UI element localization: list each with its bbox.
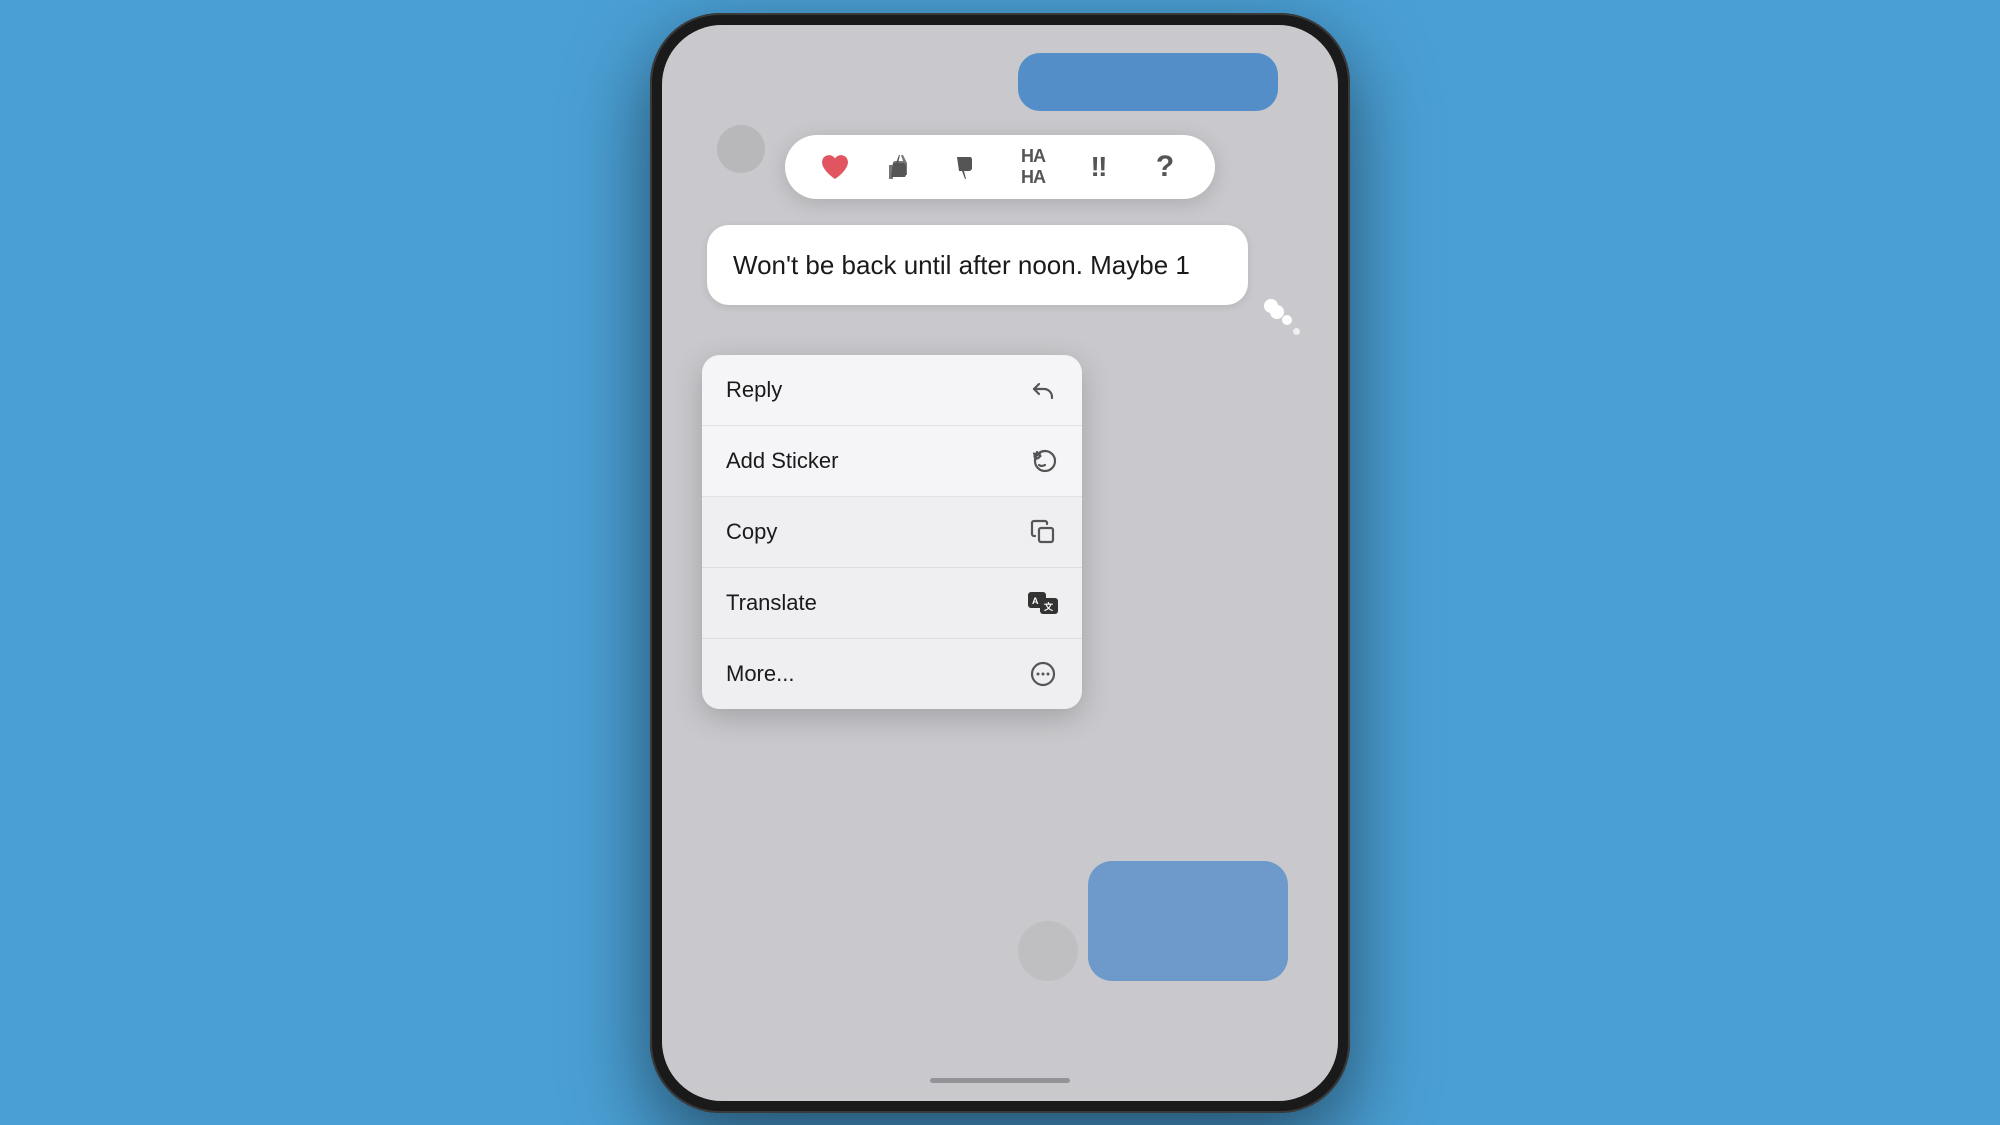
more-label: More... xyxy=(726,661,794,687)
menu-item-translate[interactable]: Translate A 文 xyxy=(702,568,1082,639)
menu-item-copy[interactable]: Copy xyxy=(702,497,1082,568)
bubble-dot-2 xyxy=(1293,328,1300,335)
phone-frame: HAHA ‼ ? Won't be back until after noon.… xyxy=(650,13,1350,1113)
message-bubble: Won't be back until after noon. Maybe 1 xyxy=(707,225,1248,305)
haha-reaction-icon[interactable]: HAHA xyxy=(1011,145,1055,189)
copy-label: Copy xyxy=(726,519,777,545)
bubble-tail xyxy=(1264,299,1278,313)
translate-icon: A 文 xyxy=(1028,588,1058,618)
question-reaction-icon[interactable]: ? xyxy=(1143,145,1187,189)
exclamation-reaction-icon[interactable]: ‼ xyxy=(1077,145,1121,189)
bubble-dot-1 xyxy=(1282,315,1292,325)
svg-text:文: 文 xyxy=(1043,601,1054,612)
svg-text:A: A xyxy=(1032,596,1039,606)
phone-screen: HAHA ‼ ? Won't be back until after noon.… xyxy=(662,25,1338,1101)
menu-item-add-sticker[interactable]: Add Sticker xyxy=(702,426,1082,497)
thumbs-up-reaction-icon[interactable] xyxy=(879,145,923,189)
translate-label: Translate xyxy=(726,590,817,616)
menu-item-more[interactable]: More... xyxy=(702,639,1082,709)
sticker-icon xyxy=(1028,446,1058,476)
more-icon xyxy=(1028,659,1058,689)
context-menu: Reply Add Sticker xyxy=(702,355,1082,709)
reaction-bar: HAHA ‼ ? xyxy=(785,135,1215,199)
heart-reaction-icon[interactable] xyxy=(813,145,857,189)
reply-icon xyxy=(1028,375,1058,405)
message-text: Won't be back until after noon. Maybe 1 xyxy=(733,250,1190,280)
add-sticker-label: Add Sticker xyxy=(726,448,839,474)
menu-item-reply[interactable]: Reply xyxy=(702,355,1082,426)
thumbs-down-reaction-icon[interactable] xyxy=(945,145,989,189)
reply-label: Reply xyxy=(726,377,782,403)
copy-icon xyxy=(1028,517,1058,547)
